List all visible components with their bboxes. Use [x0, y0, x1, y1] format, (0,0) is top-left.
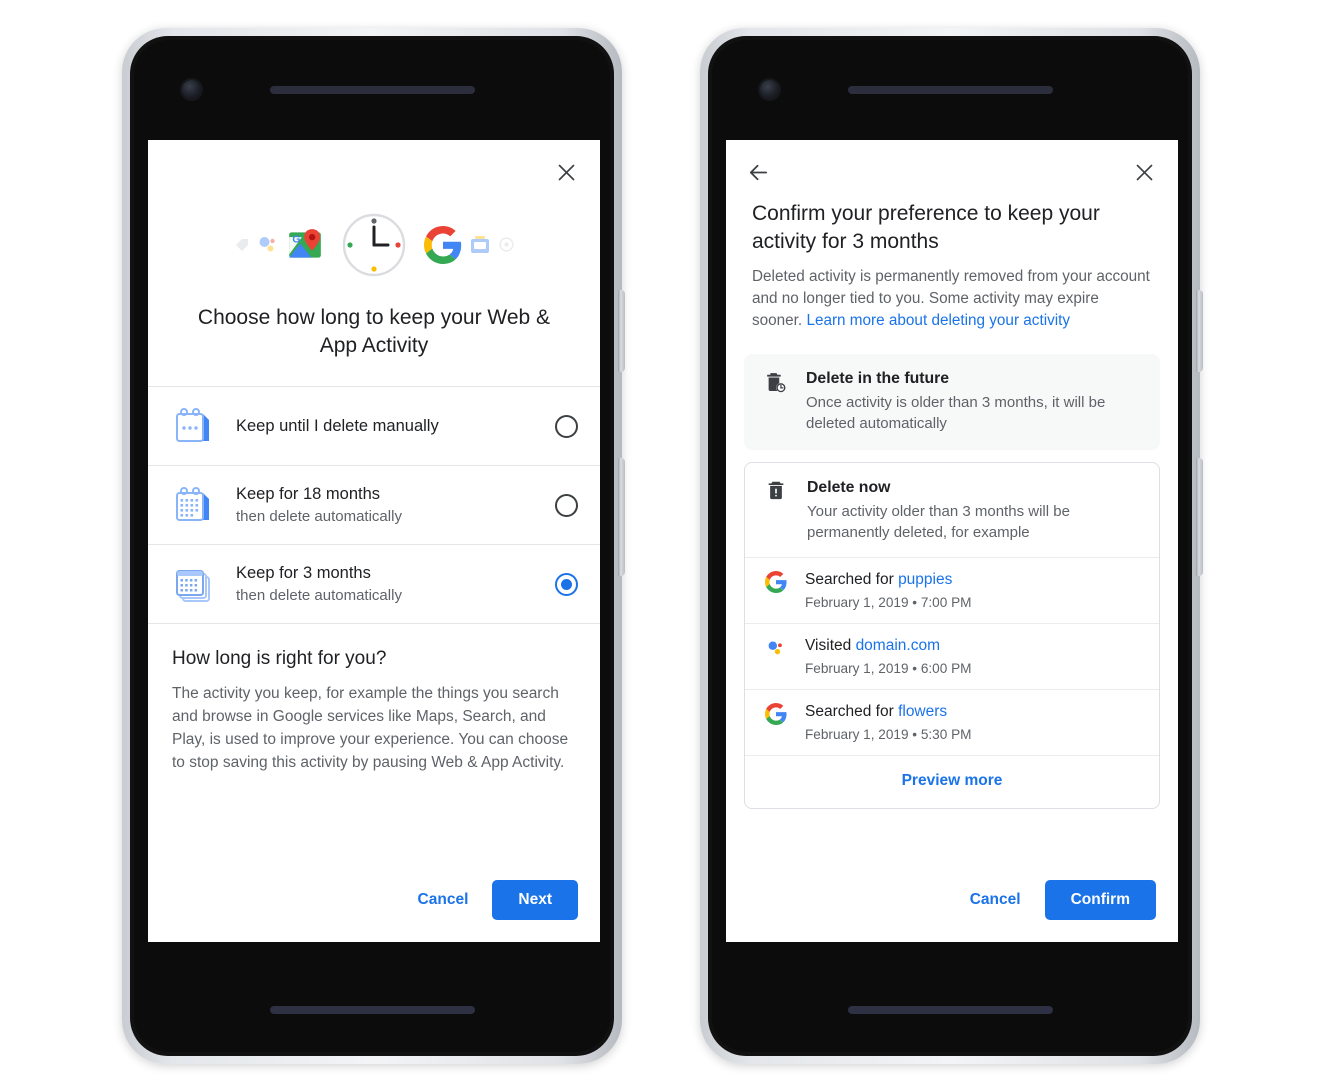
close-button[interactable] [548, 154, 584, 190]
cancel-button[interactable]: Cancel [402, 881, 485, 919]
activity-query[interactable]: flowers [898, 703, 947, 720]
explainer-section: How long is right for you? The activity … [148, 624, 600, 774]
clock-icon [340, 211, 408, 284]
next-button[interactable]: Next [492, 880, 578, 920]
front-camera-icon [760, 80, 779, 99]
delete-in-future-text: Delete in the future Once activity is ol… [806, 368, 1144, 434]
activity-query[interactable]: puppies [898, 571, 952, 588]
list-item-text: Visited domain.com February 1, 2019 • 6:… [805, 635, 971, 678]
option-subtitle: then delete automatically [236, 587, 402, 604]
option-title: Keep for 18 months [236, 485, 381, 503]
page-title: Choose how long to keep your Web & App A… [197, 306, 551, 357]
option-keep-until-manual[interactable]: Keep until I delete manually [148, 387, 600, 465]
option-title: Keep until I delete manually [236, 417, 439, 435]
option-text: Keep until I delete manually [236, 415, 539, 437]
bottom-speaker [848, 1006, 1053, 1014]
list-item[interactable]: Searched for puppies February 1, 2019 • … [745, 557, 1159, 623]
option-text: Keep for 18 months then delete automatic… [236, 483, 539, 527]
delete-now-card: Delete now Your activity older than 3 mo… [744, 462, 1160, 809]
screenshot-canvas: G Choose how long to keep your Web & App… [0, 0, 1320, 1088]
arrow-left-icon [749, 164, 767, 180]
activity-prefix: Searched for [805, 571, 899, 588]
activity-label: Searched for puppies [805, 569, 971, 590]
page-description: Deleted activity is permanently removed … [726, 256, 1178, 332]
activity-timestamp: February 1, 2019 • 7:00 PM [805, 595, 972, 610]
list-item[interactable]: Searched for flowers February 1, 2019 • … [745, 689, 1159, 755]
delete-in-future-title: Delete in the future [806, 370, 950, 387]
bottom-speaker [270, 1006, 475, 1014]
close-icon [558, 164, 574, 180]
radio-keep-until-manual[interactable] [555, 414, 578, 438]
power-button[interactable] [618, 290, 625, 372]
photos-icon [498, 236, 515, 258]
delete-now-body: Your activity older than 3 months will b… [807, 503, 1070, 541]
svg-text:G: G [292, 234, 300, 245]
delete-in-future-card: Delete in the future Once activity is ol… [744, 354, 1160, 450]
activity-timestamp: February 1, 2019 • 6:00 PM [805, 661, 972, 676]
right-phone-screen: Confirm your preference to keep your act… [726, 140, 1178, 942]
option-title: Keep for 3 months [236, 564, 371, 582]
activity-timestamp: February 1, 2019 • 5:30 PM [805, 727, 972, 742]
activity-label: Searched for flowers [805, 701, 971, 722]
learn-more-link[interactable]: Learn more about deleting your activity [806, 312, 1070, 329]
front-camera-icon [182, 80, 201, 99]
option-keep-3-months[interactable]: Keep for 3 months then delete automatica… [148, 545, 600, 623]
activity-query[interactable]: domain.com [856, 637, 940, 654]
left-phone-screen: G Choose how long to keep your Web & App… [148, 140, 600, 942]
back-button[interactable] [740, 154, 776, 190]
delete-now-text: Delete now Your activity older than 3 mo… [807, 477, 1143, 543]
radio-keep-3-months[interactable] [555, 572, 578, 596]
left-phone-device: G Choose how long to keep your Web & App… [122, 28, 625, 1064]
power-button[interactable] [1196, 290, 1203, 372]
volume-rocker-button[interactable] [1196, 458, 1203, 576]
activity-prefix: Visited [805, 637, 856, 654]
confirm-button[interactable]: Confirm [1044, 880, 1156, 920]
option-subtitle: then delete automatically [236, 508, 402, 525]
calendar-single-icon [168, 405, 220, 447]
right-topbar [726, 140, 1178, 198]
page-title: Confirm your preference to keep your act… [752, 202, 1100, 253]
right-action-bar: Cancel Confirm [726, 880, 1178, 942]
cancel-button[interactable]: Cancel [954, 881, 1037, 919]
google-g-icon [759, 569, 793, 593]
google-g-icon [759, 701, 793, 725]
left-topbar [148, 140, 600, 204]
trash-clock-icon [758, 368, 792, 434]
left-action-bar: Cancel Next [148, 880, 600, 942]
option-keep-18-months[interactable]: Keep for 18 months then delete automatic… [148, 466, 600, 544]
calendar-stack-icon [168, 563, 220, 605]
calendar-month-icon [168, 484, 220, 526]
explainer-heading: How long is right for you? [172, 648, 387, 669]
delete-now-header: Delete now Your activity older than 3 mo… [745, 463, 1159, 557]
earpiece-speaker [270, 86, 475, 94]
list-item-text: Searched for flowers February 1, 2019 • … [805, 701, 971, 744]
hero-illustration: G [148, 204, 600, 290]
activity-prefix: Searched for [805, 703, 899, 720]
earpiece-speaker [848, 86, 1053, 94]
list-item-text: Searched for puppies February 1, 2019 • … [805, 569, 971, 612]
explainer-body: The activity you keep, for example the t… [172, 685, 569, 771]
delete-in-future-body: Once activity is older than 3 months, it… [806, 394, 1106, 432]
list-item[interactable]: Visited domain.com February 1, 2019 • 6:… [745, 623, 1159, 689]
delete-now-title: Delete now [807, 479, 891, 496]
close-button[interactable] [1126, 154, 1162, 190]
activity-label: Visited domain.com [805, 635, 971, 656]
tag-icon [234, 237, 250, 258]
google-g-icon [423, 225, 462, 269]
assistant-dots-icon [256, 233, 280, 262]
news-icon [468, 233, 492, 262]
trash-icon [759, 477, 793, 543]
close-icon [1136, 164, 1152, 180]
option-text: Keep for 3 months then delete automatica… [236, 562, 539, 606]
radio-keep-18-months[interactable] [555, 493, 578, 517]
assistant-dots-icon [759, 635, 793, 659]
right-phone-device: Confirm your preference to keep your act… [700, 28, 1203, 1064]
preview-more-button[interactable]: Preview more [745, 755, 1159, 808]
maps-icon: G [286, 226, 324, 269]
volume-rocker-button[interactable] [618, 458, 625, 576]
